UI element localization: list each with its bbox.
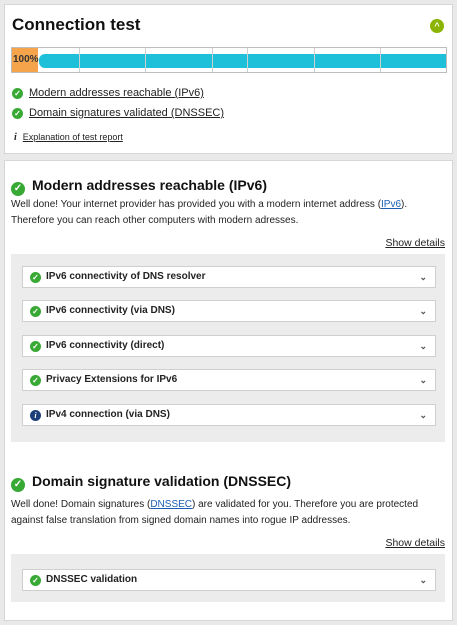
ipv6-title-text: Modern addresses reachable (IPv6) [32,177,267,193]
test-item-dnssec-validation[interactable]: ✓ DNSSEC validation ⌄ [22,569,436,591]
ipv6-test-list: ✓ IPv6 connectivity of DNS resolver ⌄ ✓ … [11,254,445,442]
progress-segment [247,48,248,72]
summary-row-dnssec: ✓ Domain signatures validated (DNSSEC) [12,107,224,119]
connection-test-card: Connection test ^ 100% ✓ Modern addresses… [4,4,453,154]
test-item-ipv4-connection[interactable]: i IPv4 connection (via DNS) ⌄ [22,404,436,426]
ipv6-description: Well done! Your internet provider has pr… [11,197,449,229]
chevron-down-icon: ⌄ [419,575,427,585]
test-item-label: IPv4 connection (via DNS) [46,409,170,420]
dnssec-show-details-link[interactable]: Show details [385,537,445,549]
progress-segment [314,48,315,72]
test-item-label: IPv6 connectivity (direct) [46,340,165,351]
dnssec-link[interactable]: DNSSEC [150,499,192,510]
explanation-link[interactable]: Explanation of test report [23,132,123,142]
check-circle-icon: ✓ [30,375,41,386]
test-item-label: IPv6 connectivity of DNS resolver [46,271,206,282]
page-title: Connection test [12,15,141,34]
check-circle-icon: ✓ [11,478,25,492]
check-circle-icon: ✓ [30,575,41,586]
test-item-label: Privacy Extensions for IPv6 [46,374,178,385]
progress-segment [212,48,213,72]
test-item-direct[interactable]: ✓ IPv6 connectivity (direct) ⌄ [22,335,436,357]
summary-link-ipv6[interactable]: Modern addresses reachable (IPv6) [29,87,204,99]
check-circle-icon: ✓ [30,272,41,283]
dnssec-title-text: Domain signature validation (DNSSEC) [32,473,292,489]
chevron-down-icon: ⌄ [419,341,427,351]
check-circle-icon: ✓ [12,107,23,119]
test-item-dns-resolver[interactable]: ✓ IPv6 connectivity of DNS resolver ⌄ [22,266,436,288]
summary-link-dnssec[interactable]: Domain signatures validated (DNSSEC) [29,107,224,119]
chevron-down-icon: ⌄ [419,375,427,385]
chevron-down-icon: ⌄ [419,410,427,420]
check-circle-icon: ✓ [30,341,41,352]
ipv6-link[interactable]: IPv6 [381,199,401,210]
dnssec-section-title: ✓ Domain signature validation (DNSSEC) [11,473,291,492]
ipv6-text-before: Well done! Your internet provider has pr… [11,199,382,210]
chevron-down-icon: ⌄ [419,272,427,282]
progress-segment [380,48,381,72]
progress-fill [39,54,446,68]
explanation-row: i Explanation of test report [14,132,123,143]
chevron-up-icon[interactable]: ^ [430,19,444,33]
info-icon: i [14,132,17,143]
test-item-via-dns[interactable]: ✓ IPv6 connectivity (via DNS) ⌄ [22,300,436,322]
dnssec-test-list: ✓ DNSSEC validation ⌄ [11,554,445,602]
summary-row-ipv6: ✓ Modern addresses reachable (IPv6) [12,87,204,99]
test-item-label: IPv6 connectivity (via DNS) [46,305,175,316]
ipv6-section-title: ✓ Modern addresses reachable (IPv6) [11,177,267,196]
check-circle-icon: ✓ [11,182,25,196]
results-card: ✓ Modern addresses reachable (IPv6) Well … [4,160,453,621]
check-circle-icon: ✓ [12,87,23,99]
test-item-privacy-extensions[interactable]: ✓ Privacy Extensions for IPv6 ⌄ [22,369,436,391]
test-item-label: DNSSEC validation [46,574,138,585]
dnssec-description: Well done! Domain signatures (DNSSEC) ar… [11,497,449,529]
chevron-down-icon: ⌄ [419,306,427,316]
dnssec-text-before: Well done! Domain signatures ( [11,499,151,510]
progress-segment [79,48,80,72]
progress-segment [145,48,146,72]
ipv6-show-details-link[interactable]: Show details [385,237,445,249]
progress-bar: 100% [11,47,447,73]
info-circle-icon: i [30,410,41,421]
check-circle-icon: ✓ [30,306,41,317]
progress-label: 100% [12,48,39,72]
